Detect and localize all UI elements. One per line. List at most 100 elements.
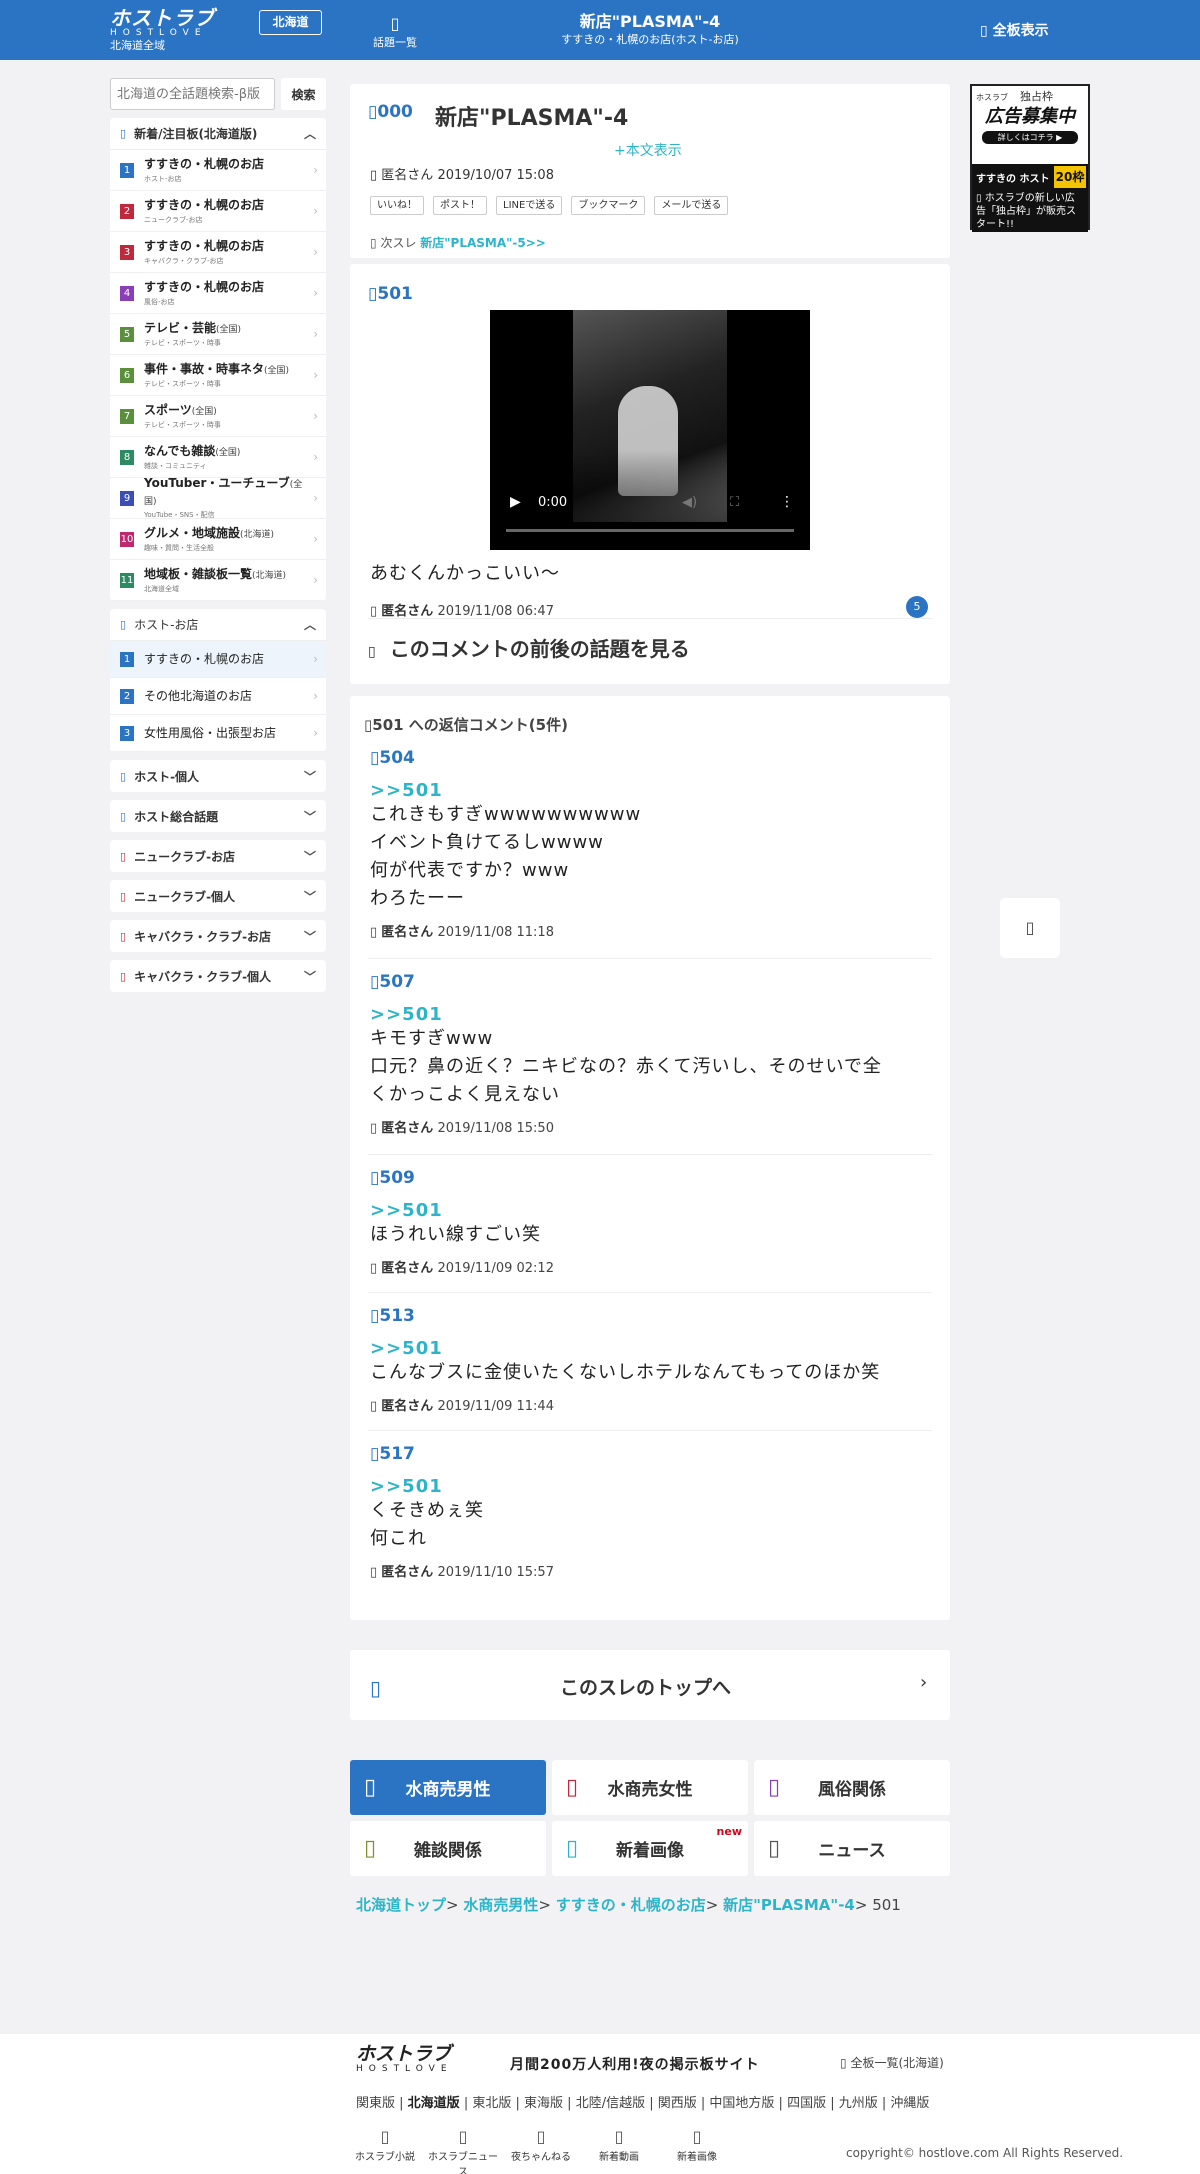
collapsed-panel-header[interactable]: ▯ ニュークラブ-お店 ﹀ <box>110 840 326 872</box>
sidebar-item[interactable]: 11 地域板・雑談板一覧(北海道) 北海道全域 › <box>110 560 326 601</box>
reply-number[interactable]: ▯513 <box>370 1306 934 1326</box>
sidebar-item[interactable]: 2 すすきの・札幌のお店 ニュークラブ-お店 › <box>110 191 326 232</box>
category-button[interactable]: ▯ ニュース <box>754 1821 950 1876</box>
region-link[interactable]: 中国地方版 <box>709 2096 774 2111</box>
host-shop-panel-header[interactable]: ▯ ホスト-お店 ︿ <box>110 609 326 641</box>
category-button[interactable]: ▯ 新着画像 new <box>552 1821 748 1876</box>
breadcrumb-link[interactable]: すすきの・札幌のお店 <box>556 1896 706 1914</box>
region-link[interactable]: 東北版 <box>472 2096 511 2111</box>
op-number[interactable]: ▯000 <box>368 102 413 122</box>
region-link[interactable]: 四国版 <box>787 2096 826 2111</box>
video-progress-bar[interactable] <box>506 529 794 532</box>
scroll-button[interactable]: ▯ <box>1000 898 1060 958</box>
featured-list: 1 すすきの・札幌のお店 ホスト-お店 › 2 すすきの・札幌のお店 ニュークラブ-お店 › 3… <box>110 150 326 601</box>
reply-number[interactable]: ▯504 <box>370 748 934 768</box>
reply-anchor-link[interactable]: >>501 <box>370 780 934 801</box>
host-shop-item[interactable]: 1 すすきの・札幌のお店 › <box>110 641 326 678</box>
sidebar-item[interactable]: 6 事件・事故・時事ネタ(全国) テレビ・スポーツ・時事 › <box>110 355 326 396</box>
region-link[interactable]: 関西版 <box>658 2096 697 2111</box>
reply-anchor-link[interactable]: >>501 <box>370 1338 934 1359</box>
item-number: 4 <box>120 285 134 301</box>
thread-list-button[interactable]: ▯ 話題一覧 <box>360 14 430 50</box>
reply-number[interactable]: ▯509 <box>370 1168 934 1188</box>
reply-anchor-link[interactable]: >>501 <box>370 1200 934 1221</box>
host-shop-item[interactable]: 2 その他北海道のお店 › <box>110 678 326 715</box>
context-link[interactable]: ▯ このコメントの前後の話題を見る <box>368 618 932 662</box>
user-icon: ▯ <box>370 1121 382 1136</box>
category-button[interactable]: ▯ 風俗関係 <box>754 1760 950 1815</box>
sidebar-item[interactable]: 10 グルメ・地域施設(北海道) 趣味・質問・生活全般 › <box>110 519 326 560</box>
item-sub: テレビ・スポーツ・時事 <box>144 420 221 429</box>
mail-share-button[interactable]: メールで送る <box>654 196 729 215</box>
sidebar-item[interactable]: 4 すすきの・札幌のお店 風俗-お店 › <box>110 273 326 314</box>
more-options-icon[interactable]: ⋮ <box>780 494 794 510</box>
reply-anchor-link[interactable]: >>501 <box>370 1004 934 1025</box>
collapsed-panel-header[interactable]: ▯ ホスト総合話題 ﹀ <box>110 800 326 832</box>
fullscreen-icon[interactable]: ⛶ <box>730 495 739 510</box>
reply-body-line: わろたーー <box>370 888 465 909</box>
sidebar-item[interactable]: 1 すすきの・札幌のお店 ホスト-お店 › <box>110 150 326 191</box>
footer-nav-link[interactable]: ▯ ホスラブ小説 <box>346 2126 424 2174</box>
reply-item: ▯513 >>501 こんなブスに金使いたくないしホテルなんてもってのほか笑 ▯ 匿名… <box>370 1306 934 1414</box>
region-link[interactable]: 沖縄版 <box>890 2096 929 2111</box>
search-button[interactable]: 検索 <box>281 78 326 110</box>
reply-anchor-link[interactable]: >>501 <box>370 1476 934 1497</box>
footer-nav-link[interactable]: ▯ ホスラブニュース <box>424 2126 502 2174</box>
featured-panel-header[interactable]: ▯ 新着/注目板(北海道版) ︿ <box>110 118 326 150</box>
reply-count-badge[interactable]: 5 <box>906 596 928 618</box>
post-number[interactable]: ▯501 <box>368 284 413 304</box>
volume-icon[interactable]: ◀) <box>682 495 697 510</box>
chevron-right-icon: › <box>313 573 318 587</box>
chevron-right-icon: › <box>313 286 318 300</box>
ad-banner[interactable]: ホスラブ 独占枠 広告募集中 詳しくはコチラ ▶ すすきの ホスト 20枠 ▯ ホ… <box>970 84 1090 232</box>
breadcrumb-link[interactable]: 新店"PLASMA"-4 <box>723 1896 855 1914</box>
sidebar-item[interactable]: 3 すすきの・札幌のお店 キャバクラ・クラブ-お店 › <box>110 232 326 273</box>
sidebar-item[interactable]: 7 スポーツ(全国) テレビ・スポーツ・時事 › <box>110 396 326 437</box>
host-shop-item[interactable]: 3 女性用風俗・出張型お店 › <box>110 715 326 752</box>
collapsed-panel-header[interactable]: ▯ ニュークラブ-個人 ﹀ <box>110 880 326 912</box>
footer-tagline: 月間200万人利用!夜の掲示板サイト <box>510 2057 760 2073</box>
search-input[interactable] <box>110 78 275 110</box>
reply-author: 匿名さん <box>381 925 434 940</box>
region-link[interactable]: 北陸/信越版 <box>576 2096 645 2111</box>
next-thread-link[interactable]: 新店"PLASMA"-5>> <box>420 236 546 250</box>
reply-number[interactable]: ▯507 <box>370 972 934 992</box>
breadcrumb-link[interactable]: 水商売男性 <box>463 1896 538 1914</box>
breadcrumb-link[interactable]: 北海道トップ <box>356 1896 446 1914</box>
all-boards-button[interactable]: ▯ 全板表示 <box>980 20 1049 40</box>
sidebar-item[interactable]: 8 なんでも雑談(全国) 雑談・コミュニティ › <box>110 437 326 478</box>
sidebar-item[interactable]: 9 YouTuber・ユーチューブ(全国) YouTube・SNS・配信 › <box>110 476 326 519</box>
collapsed-panel-header[interactable]: ▯ キャバクラ・クラブ-個人 ﹀ <box>110 960 326 992</box>
thread-top-link[interactable]: ▯ このスレのトップへ › <box>350 1650 950 1720</box>
region-button[interactable]: 北海道 <box>259 10 322 35</box>
bookmark-button[interactable]: ブックマーク <box>571 196 646 215</box>
footer-all-link[interactable]: ▯ 全板一覧(北海道) <box>840 2054 944 2071</box>
region-link[interactable]: 北海道版 <box>408 2096 460 2111</box>
play-icon[interactable]: ▶ <box>510 494 521 510</box>
item-number: 8 <box>120 449 134 465</box>
item-text: スポーツ(全国) テレビ・スポーツ・時事 <box>144 403 313 430</box>
footer-logo[interactable]: ホストラブ HOSTLOVE <box>356 2044 496 2074</box>
reply-number[interactable]: ▯517 <box>370 1444 934 1464</box>
category-button[interactable]: ▯ 水商売女性 <box>552 1760 748 1815</box>
link-icon: ▯ <box>380 2127 390 2146</box>
collapsed-panel-header[interactable]: ▯ ホスト-個人 ﹀ <box>110 760 326 792</box>
region-link[interactable]: 東海版 <box>524 2096 563 2111</box>
collapsed-panel-header[interactable]: ▯ キャバクラ・クラブ-お店 ﹀ <box>110 920 326 952</box>
x-post-button[interactable]: ポスト！ <box>433 196 487 215</box>
show-body-link[interactable]: +本文表示 <box>614 140 682 160</box>
category-button[interactable]: ▯ 雑談関係 <box>350 1821 546 1876</box>
sidebar: 検索 ▯ 新着/注目板(北海道版) ︿ 1すすきの・札幌のお店ホスト-お店›2す… <box>110 78 326 1000</box>
region-link[interactable]: 関東版 <box>356 2096 395 2111</box>
facebook-like-button[interactable]: いいね！ <box>370 196 424 215</box>
video-player[interactable]: ▶ 0:00 ◀) ⛶ ⋮ <box>490 310 810 550</box>
region-link[interactable]: 九州版 <box>839 2096 878 2111</box>
category-button[interactable]: ▯ 水商売男性 <box>350 1760 546 1815</box>
item-number: 9 <box>120 490 134 506</box>
footer-nav-link[interactable]: ▯ 新着画像 <box>658 2126 736 2174</box>
site-logo[interactable]: ホストラブ HOSTLOVE 北海道全域 <box>110 8 252 54</box>
footer-nav-link[interactable]: ▯ 新着動画 <box>580 2126 658 2174</box>
line-share-button[interactable]: LINEで送る <box>496 196 563 215</box>
footer-nav-link[interactable]: ▯ 夜ちゃんねる <box>502 2126 580 2174</box>
sidebar-item[interactable]: 5 テレビ・芸能(全国) テレビ・スポーツ・時事 › <box>110 314 326 355</box>
